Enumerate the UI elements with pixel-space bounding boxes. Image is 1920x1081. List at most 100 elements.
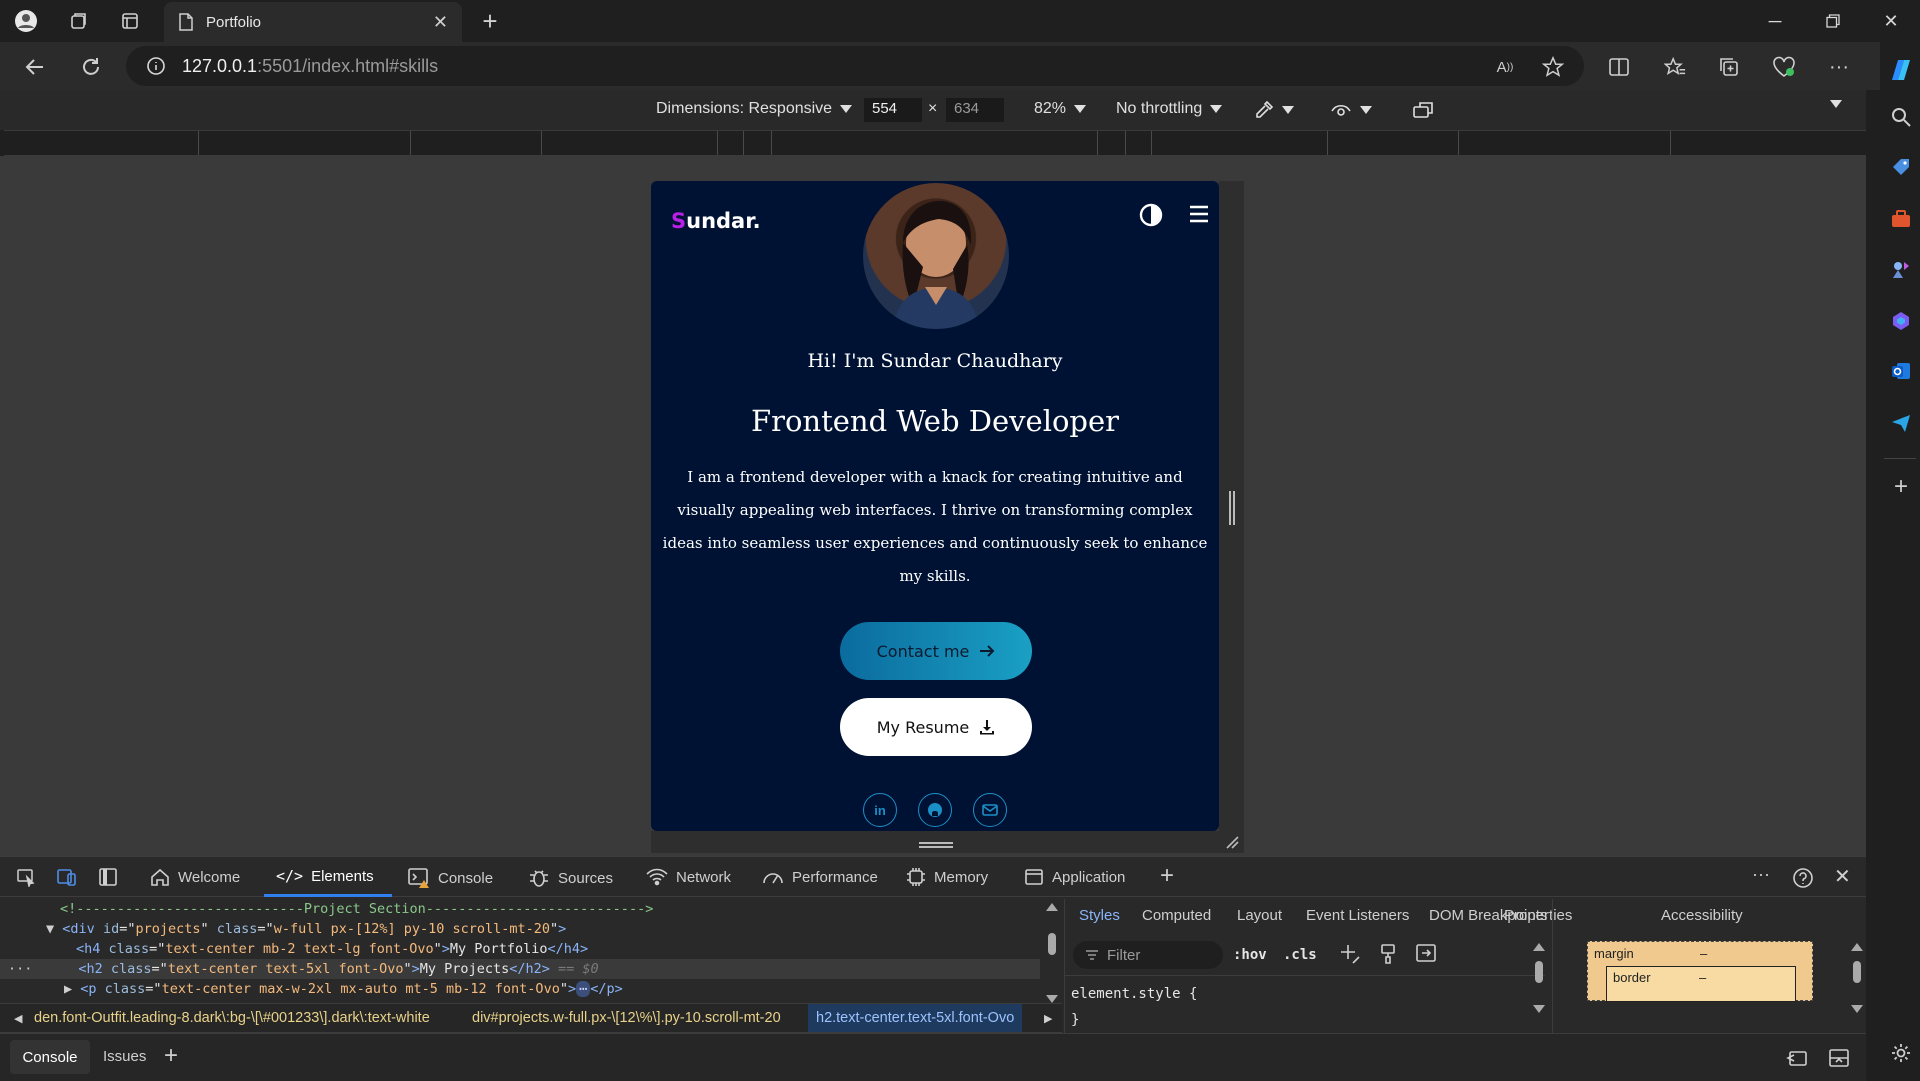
box-model-border[interactable]: border – [1606, 966, 1796, 1002]
add-sidebar-app-icon[interactable]: + [1890, 475, 1912, 499]
ellipsis-badge[interactable]: ⋯ [576, 981, 591, 997]
hov-toggle[interactable]: :hov [1233, 947, 1267, 963]
linkedin-icon[interactable]: in [863, 793, 897, 827]
tab-performance[interactable]: Performance [762, 867, 878, 887]
rotate-icon[interactable] [1412, 100, 1434, 120]
collapse-drawer-icon[interactable] [1828, 1048, 1850, 1068]
back-icon[interactable] [22, 54, 48, 80]
width-input[interactable]: 554 [864, 98, 922, 122]
favorite-star-icon[interactable] [1540, 54, 1566, 80]
dom-comment-line[interactable]: <!----------------------------Project Se… [60, 899, 653, 919]
games-icon[interactable] [1890, 258, 1912, 280]
help-icon[interactable] [1792, 867, 1814, 889]
close-devtools-icon[interactable]: ✕ [1834, 864, 1851, 889]
drawer-tab-console[interactable]: Console [10, 1040, 90, 1074]
styles-filter-input[interactable]: Filter [1073, 941, 1223, 969]
scroll-right-icon[interactable]: ▶ [1044, 1012, 1052, 1025]
dimensions-dropdown[interactable]: Dimensions: Responsive [656, 100, 853, 118]
vertical-tabs-icon[interactable] [118, 9, 142, 33]
profile-icon[interactable] [14, 9, 38, 33]
resume-button[interactable]: My Resume [840, 698, 1032, 756]
customize-devtools-icon[interactable]: ··· [1752, 864, 1770, 885]
tab-computed[interactable]: Computed [1142, 907, 1211, 924]
dom-node-div-projects[interactable]: ▼ <div id="projects" class="w-full px-[1… [46, 919, 566, 939]
menu-icon[interactable] [1189, 205, 1209, 223]
tab-sources[interactable]: Sources [528, 867, 613, 889]
split-screen-icon[interactable] [1606, 54, 1632, 80]
corner-resize-icon[interactable] [1225, 835, 1239, 849]
search-icon[interactable] [1890, 106, 1912, 128]
box-model-scrollbar[interactable] [1851, 943, 1863, 1027]
tools-icon[interactable] [1890, 208, 1912, 230]
cls-toggle[interactable]: .cls [1283, 947, 1317, 963]
add-drawer-tab-icon[interactable]: + [164, 1042, 178, 1070]
breadcrumb-item[interactable]: den.font-Outfit.leading-8.dark\:bg-\[\#0… [34, 1010, 430, 1026]
restore-icon[interactable] [1810, 0, 1856, 42]
dom-node-h4[interactable]: <h4 class="text-center mb-2 text-lg font… [76, 939, 588, 959]
tab-memory[interactable]: Memory [906, 867, 988, 887]
resize-handle-right[interactable] [1219, 181, 1244, 853]
more-options-icon[interactable]: ··· [1826, 54, 1852, 80]
new-tab-icon[interactable]: + [478, 6, 502, 36]
box-model-margin[interactable]: margin – border – [1587, 941, 1813, 1002]
refresh-icon[interactable] [78, 54, 104, 80]
new-style-rule-icon[interactable] [1339, 943, 1361, 965]
dom-node-p[interactable]: ▶ <p class="text-center max-w-2xl mx-aut… [64, 979, 623, 999]
copilot-icon[interactable] [1884, 54, 1916, 86]
scroll-left-icon[interactable]: ◀ [14, 1012, 22, 1025]
theme-toggle-icon[interactable] [1139, 203, 1163, 227]
sensors-dropdown[interactable] [1254, 100, 1294, 120]
tab-event-listeners[interactable]: Event Listeners [1306, 907, 1409, 924]
github-icon[interactable] [918, 793, 952, 827]
breadcrumb-item-active[interactable]: h2.text-center.text-5xl.font-Ovo [808, 1004, 1023, 1032]
read-aloud-icon[interactable]: A)) [1492, 54, 1518, 80]
send-icon[interactable] [1890, 412, 1912, 434]
collections-icon[interactable] [66, 9, 90, 33]
tab-application[interactable]: Application [1024, 867, 1125, 887]
resize-handle-bottom[interactable] [651, 831, 1244, 853]
site-logo[interactable]: Sundar. [671, 209, 761, 233]
dom-node-h2-selected[interactable]: ··· <h2 class="text-center text-5xl font-… [0, 959, 1040, 979]
close-tab-icon[interactable]: ✕ [433, 12, 448, 33]
collections-toolbar-icon[interactable] [1716, 54, 1742, 80]
dock-sidebar-icon[interactable] [98, 867, 118, 887]
media-query-ruler[interactable] [4, 130, 1866, 156]
throttling-dropdown[interactable]: No throttling [1116, 100, 1223, 118]
more-tools-icon[interactable]: + [1160, 862, 1174, 890]
tab-layout[interactable]: Layout [1237, 907, 1282, 924]
dock-drawer-icon[interactable] [1786, 1048, 1808, 1068]
site-info-icon[interactable] [146, 56, 166, 76]
inspect-element-icon[interactable] [16, 867, 36, 887]
styles-scrollbar[interactable] [1533, 943, 1545, 1027]
computed-sidebar-icon[interactable] [1415, 943, 1437, 963]
sidebar-settings-icon[interactable] [1890, 1042, 1912, 1064]
url-field[interactable]: 127.0.0.1:5501/index.html#skills [126, 46, 1584, 86]
dom-tree-scrollbar[interactable] [1046, 903, 1058, 1011]
tab-network[interactable]: Network [646, 867, 731, 887]
element-style-rule[interactable]: element.style { } [1071, 981, 1197, 1033]
browser-essentials-icon[interactable] [1771, 54, 1797, 80]
tab-console[interactable]: Console [408, 867, 493, 889]
tab-elements[interactable]: </> Elements [276, 867, 374, 885]
microsoft-365-icon[interactable] [1890, 310, 1912, 332]
expanded-triangle-icon[interactable]: ▼ [46, 921, 62, 937]
tab-styles[interactable]: Styles [1079, 907, 1120, 924]
email-icon[interactable] [973, 793, 1007, 827]
zoom-dropdown[interactable]: 82% [1034, 100, 1087, 118]
device-emulation-icon[interactable] [56, 867, 78, 887]
vision-deficiency-dropdown[interactable] [1330, 100, 1372, 120]
shopping-icon[interactable] [1890, 156, 1912, 178]
drawer-tab-issues[interactable]: Issues [103, 1048, 146, 1065]
favorites-icon[interactable] [1662, 54, 1688, 80]
outlook-icon[interactable] [1890, 360, 1912, 382]
collapsed-triangle-icon[interactable]: ▶ [64, 981, 80, 997]
close-window-icon[interactable]: ✕ [1868, 0, 1914, 42]
tab-welcome[interactable]: Welcome [150, 867, 240, 887]
height-input[interactable]: 634 [946, 98, 1004, 122]
contact-button[interactable]: Contact me [840, 622, 1032, 680]
more-actions-icon[interactable]: ··· [0, 961, 32, 977]
minimize-icon[interactable]: ─ [1752, 0, 1798, 42]
paint-brush-icon[interactable] [1379, 943, 1397, 965]
breadcrumb-item[interactable]: div#projects.w-full.px-\[12\%\].py-10.sc… [472, 1010, 781, 1026]
device-toolbar-menu[interactable] [1830, 100, 1842, 108]
